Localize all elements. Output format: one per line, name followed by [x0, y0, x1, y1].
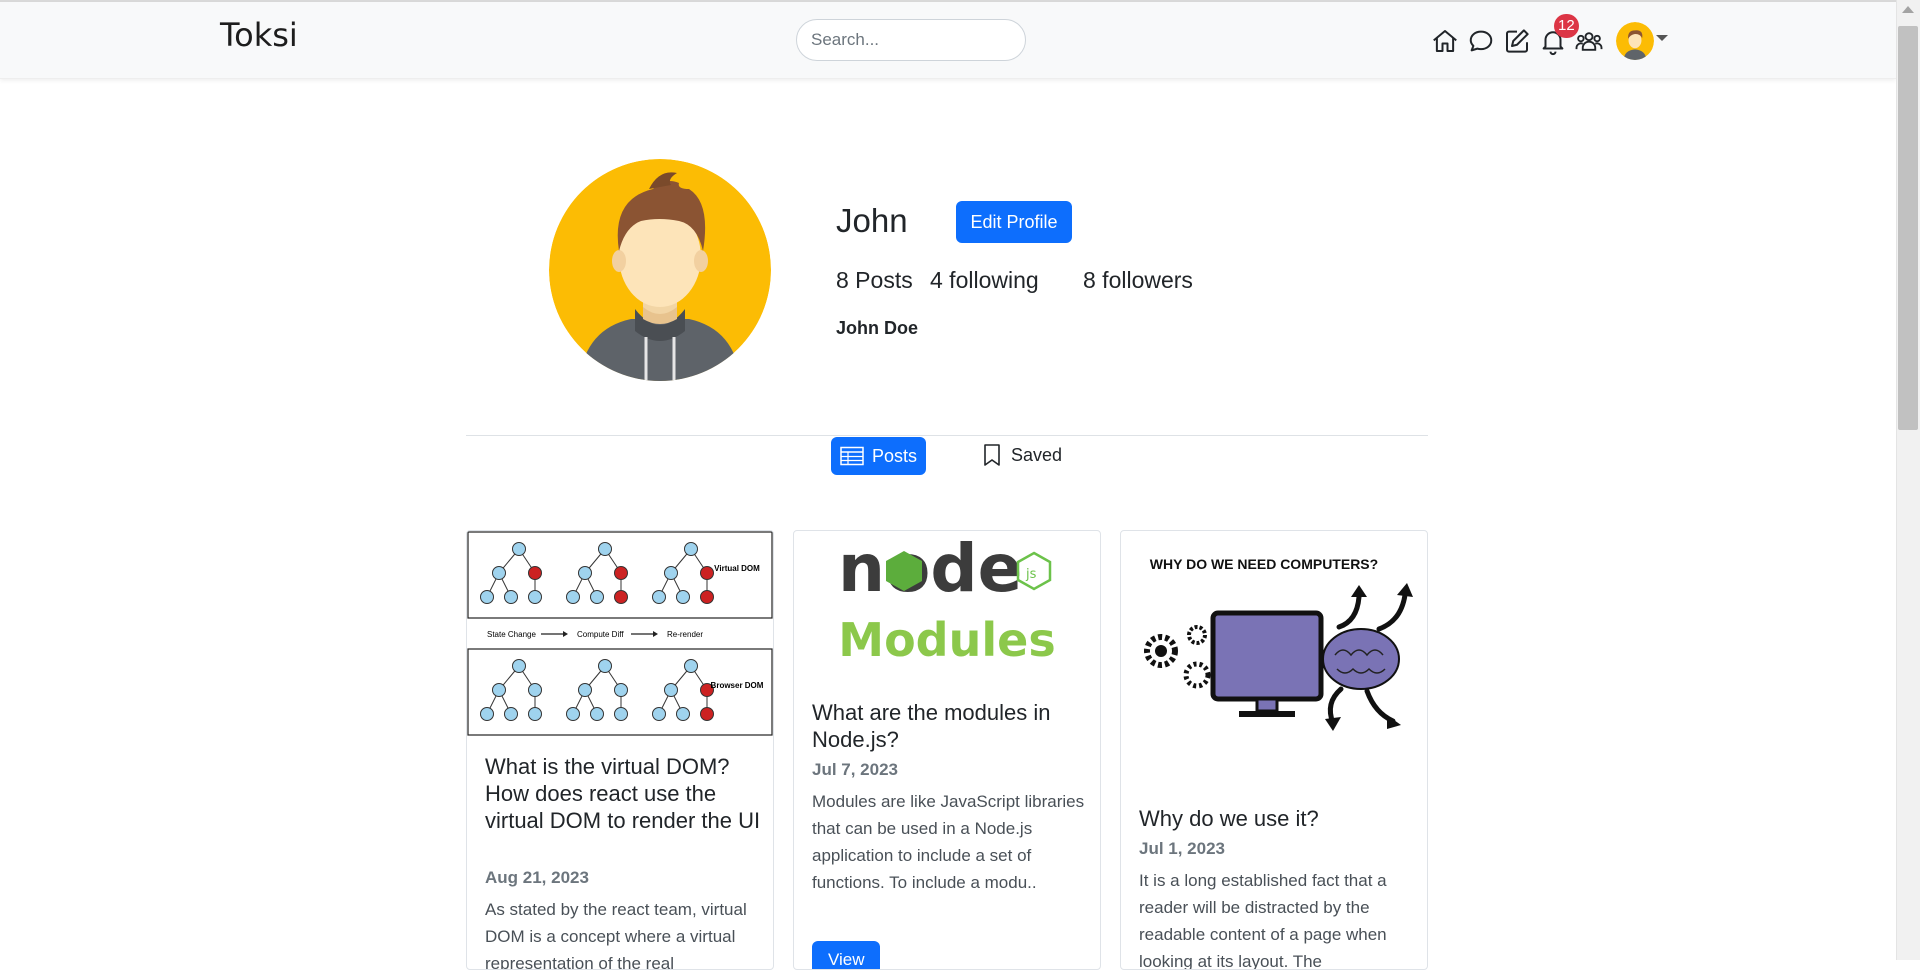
view-post-button[interactable]: View	[812, 941, 880, 969]
profile-avatar	[549, 159, 771, 381]
following-count[interactable]: 4 following	[930, 267, 1039, 294]
monitor-icon	[1210, 610, 1324, 717]
section-divider	[466, 435, 1428, 436]
search-input[interactable]	[796, 19, 1026, 61]
diagram-step-3: Re-render	[667, 630, 703, 639]
brain-icon	[1322, 628, 1400, 690]
table-icon	[840, 446, 864, 466]
virtual-dom-diagram: Virtual DOM Browser DOM State Change Com…	[467, 531, 773, 737]
home-icon[interactable]	[1430, 26, 1460, 56]
why-computers-image: WHY DO WE NEED COMPUTERS?	[1121, 531, 1427, 741]
followers-count[interactable]: 8 followers	[1083, 267, 1193, 294]
diagram-step-2: Compute Diff	[577, 630, 624, 639]
tab-posts[interactable]: Posts	[831, 437, 926, 475]
tab-saved[interactable]: Saved	[981, 436, 1062, 474]
node-logo-text: node	[838, 531, 1022, 607]
profile-full-name: John Doe	[836, 318, 919, 338]
post-card[interactable]: node js Modules What are the modules in …	[793, 530, 1101, 970]
post-date: Jul 7, 2023	[812, 760, 899, 779]
chat-icon[interactable]	[1466, 26, 1496, 56]
post-title[interactable]: Why do we use it?	[1139, 805, 1417, 832]
brand-logo[interactable]: Toksi	[220, 16, 298, 54]
post-title[interactable]: What is the virtual DOM? How does react …	[485, 753, 763, 834]
modules-image-text: Modules	[838, 613, 1055, 667]
node-modules-image: node js Modules	[794, 531, 1100, 671]
post-date: Aug 21, 2023	[485, 868, 589, 887]
post-card[interactable]: Virtual DOM Browser DOM State Change Com…	[466, 530, 774, 970]
post-date: Jul 1, 2023	[1139, 839, 1226, 858]
people-icon[interactable]	[1574, 26, 1604, 56]
diagram-label-virtual: Virtual DOM	[714, 564, 760, 573]
user-avatar-menu[interactable]	[1616, 22, 1654, 60]
edit-profile-button[interactable]: Edit Profile	[956, 201, 1072, 243]
post-card[interactable]: WHY DO WE NEED COMPUTERS? Why do we use …	[1120, 530, 1428, 970]
tab-saved-label: Saved	[1011, 444, 1063, 465]
bookmark-icon	[984, 444, 1000, 466]
diagram-step-1: State Change	[487, 630, 536, 639]
svg-text:js: js	[1025, 567, 1037, 582]
post-excerpt: Modules are like JavaScript libraries th…	[812, 792, 1085, 892]
post-excerpt: It is a long established fact that a rea…	[1139, 871, 1387, 970]
gears-icon	[1144, 625, 1211, 689]
chevron-down-icon[interactable]	[1656, 35, 1668, 41]
posts-count: 8 Posts	[836, 267, 913, 293]
tab-posts-label: Posts	[871, 445, 918, 466]
top-navbar: Toksi 12	[0, 2, 1896, 79]
image-heading-text: WHY DO WE NEED COMPUTERS?	[1150, 556, 1378, 572]
post-title[interactable]: What are the modules in Node.js?	[812, 699, 1090, 753]
scrollbar-thumb[interactable]	[1898, 26, 1918, 430]
post-excerpt: As stated by the react team, virtual DOM…	[485, 900, 747, 970]
edit-icon[interactable]	[1502, 26, 1532, 56]
scroll-up-arrow-icon[interactable]	[1902, 6, 1914, 13]
diagram-label-browser: Browser DOM	[711, 681, 764, 690]
profile-username: John	[836, 202, 908, 239]
